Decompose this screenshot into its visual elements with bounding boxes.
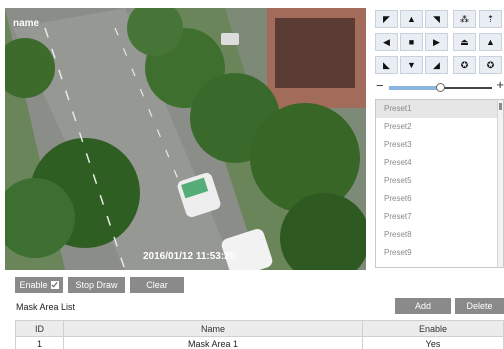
pan-up-left-icon: ◤ [383, 13, 390, 24]
preset-item[interactable]: Preset1 [376, 100, 503, 118]
pan-up-right-icon: ◥ [433, 13, 440, 24]
aperture-button[interactable]: ✪ [453, 56, 476, 74]
stop-draw-button[interactable]: Stop Draw [68, 277, 125, 293]
preset-item[interactable]: Preset3 [376, 136, 503, 154]
aperture-icon: ✪ [460, 59, 469, 70]
table-row[interactable]: 1 Mask Area 1 Yes [15, 336, 504, 349]
pan-down-right-button[interactable]: ◢ [425, 56, 448, 74]
pan-down-right-icon: ◢ [433, 59, 440, 70]
camera-name-overlay: name [13, 18, 40, 29]
zoom-button[interactable]: ⇡ [479, 10, 502, 28]
mask-area-list-title: Mask Area List [16, 302, 76, 312]
preset-item[interactable]: Preset2 [376, 118, 503, 136]
preset-item[interactable]: Preset9 [376, 244, 503, 262]
preset-scrollbar[interactable] [497, 100, 503, 267]
live-video-view[interactable]: name 2016/01/12 11:53:20 [5, 8, 366, 270]
pan-down-button[interactable]: ▼ [400, 56, 423, 74]
focus-icon: ⏏ [460, 36, 469, 47]
ptz-control-panel: ◤ ▲ ◥ ⁂ ⇡ ◀ ■ ▶ ⏏ ▲ ◣ ▼ ◢ ✪ ✪ [375, 10, 504, 76]
cell-enable: Yes [362, 336, 504, 349]
column-header-enable: Enable [362, 320, 504, 337]
preset-item[interactable]: Preset7 [376, 208, 503, 226]
mask-area-table: ID Name Enable 1 Mask Area 1 Yes [15, 320, 504, 349]
pan-up-icon: ▲ [407, 14, 416, 24]
pan-left-icon: ◀ [383, 36, 390, 47]
light-icon: ✪ [486, 59, 495, 70]
pan-stop-icon: ■ [408, 37, 415, 47]
pan-stop-button[interactable]: ■ [400, 33, 423, 51]
column-header-id: ID [15, 320, 64, 337]
checkbox-checked-icon[interactable] [50, 281, 59, 289]
pan-right-icon: ▶ [433, 36, 440, 47]
pan-down-icon: ▼ [407, 60, 416, 70]
preset-item[interactable]: Preset5 [376, 172, 503, 190]
minus-icon[interactable]: − [376, 78, 384, 93]
ptz-speed-slider[interactable]: − + [375, 77, 504, 94]
cell-name: Mask Area 1 [63, 336, 363, 349]
pan-right-button[interactable]: ▶ [425, 33, 448, 51]
slider-handle[interactable] [436, 83, 445, 92]
slider-fill [389, 86, 441, 90]
pan-up-right-button[interactable]: ◥ [425, 10, 448, 28]
preset-list: Preset1 Preset2 Preset3 Preset4 Preset5 Prese… [375, 99, 504, 268]
preset-item[interactable]: Preset6 [376, 190, 503, 208]
light-button[interactable]: ✪ [479, 56, 502, 74]
delete-button[interactable]: Delete [455, 298, 504, 314]
plus-icon[interactable]: + [496, 77, 504, 92]
table-header-row: ID Name Enable [15, 320, 504, 337]
pan-down-left-button[interactable]: ◣ [375, 56, 398, 74]
clear-button[interactable]: Clear [130, 277, 184, 293]
brightness-button[interactable]: ▲ [479, 33, 502, 51]
street-scene-image [5, 8, 366, 270]
enable-button[interactable]: Enable [15, 277, 63, 293]
zoom-icon: ⇡ [486, 13, 495, 24]
cell-id: 1 [15, 336, 64, 349]
pan-up-left-button[interactable]: ◤ [375, 10, 398, 28]
column-header-name: Name [63, 320, 363, 337]
pan-down-left-icon: ◣ [383, 59, 390, 70]
brightness-icon: ▲ [486, 37, 495, 47]
preset-item[interactable]: Preset4 [376, 154, 503, 172]
preset-item[interactable]: Preset8 [376, 226, 503, 244]
pan-up-button[interactable]: ▲ [400, 10, 423, 28]
pan-left-button[interactable]: ◀ [375, 33, 398, 51]
add-button[interactable]: Add [395, 298, 451, 314]
scrollbar-thumb[interactable] [499, 103, 502, 110]
enable-label: Enable [19, 280, 48, 290]
focus-button[interactable]: ⏏ [453, 33, 476, 51]
iris-icon: ⁂ [460, 13, 469, 24]
iris-button[interactable]: ⁂ [453, 10, 476, 28]
timestamp-overlay: 2016/01/12 11:53:20 [143, 251, 236, 262]
